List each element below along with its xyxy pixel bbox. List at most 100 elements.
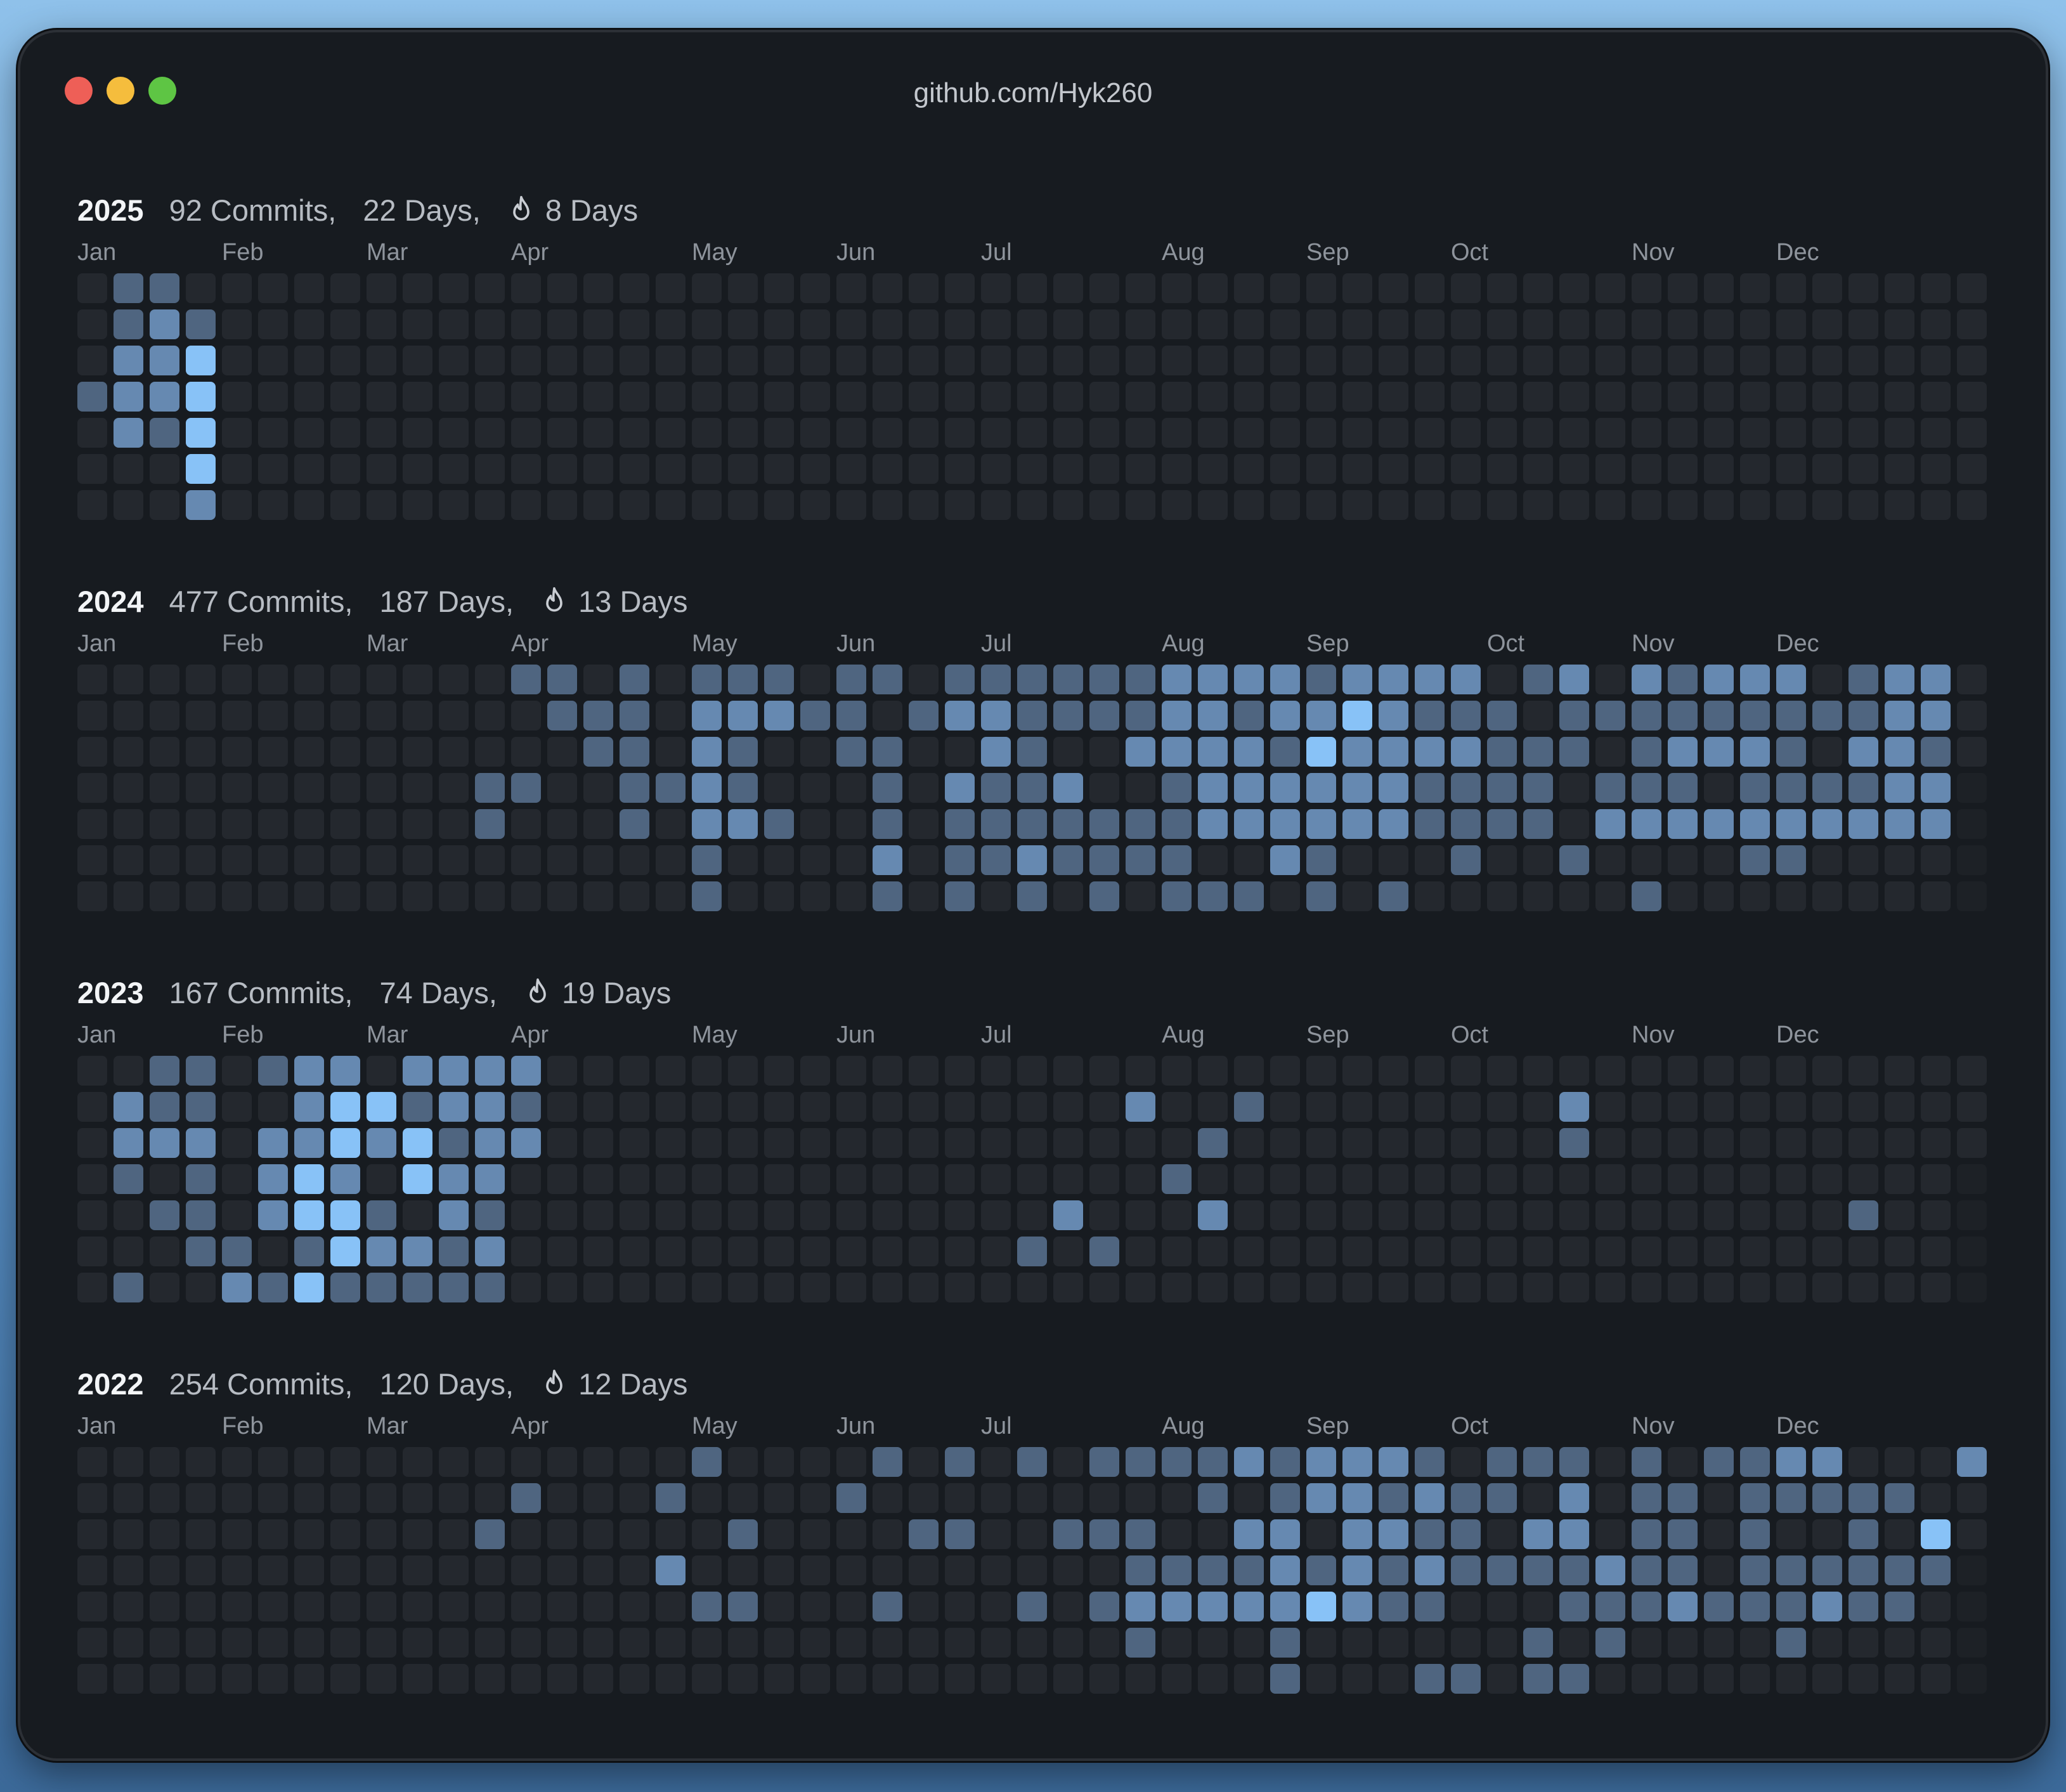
contribution-cell[interactable] <box>728 1092 758 1122</box>
contribution-cell[interactable] <box>1162 1519 1192 1549</box>
contribution-cell[interactable] <box>1234 382 1264 412</box>
contribution-cell[interactable] <box>1740 773 1770 803</box>
contribution-cell[interactable] <box>1487 1519 1517 1549</box>
contribution-cell[interactable] <box>728 1483 758 1513</box>
contribution-cell[interactable] <box>873 1164 902 1194</box>
contribution-cell[interactable] <box>1632 1128 1661 1158</box>
contribution-cell[interactable] <box>475 1164 505 1194</box>
contribution-cell[interactable] <box>1848 418 1878 448</box>
contribution-cell[interactable] <box>1595 1164 1625 1194</box>
contribution-cell[interactable] <box>1017 1092 1047 1122</box>
contribution-cell[interactable] <box>1234 1628 1264 1658</box>
contribution-cell[interactable] <box>873 1555 902 1585</box>
contribution-cell[interactable] <box>909 1092 939 1122</box>
contribution-cell[interactable] <box>728 1628 758 1658</box>
contribution-cell[interactable] <box>1089 809 1119 839</box>
contribution-cell[interactable] <box>1053 382 1083 412</box>
contribution-cell[interactable] <box>583 1128 613 1158</box>
contribution-cell[interactable] <box>1415 309 1445 339</box>
contribution-cell[interactable] <box>620 1128 649 1158</box>
contribution-cell[interactable] <box>1885 1056 1914 1086</box>
contribution-cell[interactable] <box>114 1555 143 1585</box>
contribution-cell[interactable] <box>1270 490 1300 520</box>
contribution-cell[interactable] <box>330 881 360 911</box>
contribution-cell[interactable] <box>1776 1056 1806 1086</box>
contribution-cell[interactable] <box>620 1519 649 1549</box>
contribution-cell[interactable] <box>150 665 179 694</box>
contribution-cell[interactable] <box>1632 1447 1661 1477</box>
contribution-cell[interactable] <box>1740 418 1770 448</box>
contribution-cell[interactable] <box>873 881 902 911</box>
contribution-cell[interactable] <box>728 1273 758 1302</box>
contribution-cell[interactable] <box>1559 881 1589 911</box>
contribution-cell[interactable] <box>1776 773 1806 803</box>
contribution-cell[interactable] <box>1957 1056 1987 1086</box>
contribution-cell[interactable] <box>150 701 179 730</box>
contribution-cell[interactable] <box>1632 701 1661 730</box>
contribution-cell[interactable] <box>475 454 505 484</box>
contribution-cell[interactable] <box>1595 1056 1625 1086</box>
contribution-cell[interactable] <box>692 665 722 694</box>
contribution-cell[interactable] <box>656 701 685 730</box>
contribution-cell[interactable] <box>800 1628 830 1658</box>
contribution-cell[interactable] <box>800 309 830 339</box>
contribution-cell[interactable] <box>1198 1237 1228 1266</box>
contribution-cell[interactable] <box>1017 701 1047 730</box>
contribution-cell[interactable] <box>1740 665 1770 694</box>
contribution-cell[interactable] <box>1306 1273 1336 1302</box>
contribution-cell[interactable] <box>728 1164 758 1194</box>
contribution-cell[interactable] <box>945 1664 975 1694</box>
contribution-cell[interactable] <box>981 1483 1011 1513</box>
contribution-cell[interactable] <box>1704 1200 1734 1230</box>
contribution-cell[interactable] <box>77 1200 107 1230</box>
contribution-cell[interactable] <box>1487 1056 1517 1086</box>
contribution-cell[interactable] <box>1234 1447 1264 1477</box>
contribution-cell[interactable] <box>764 1056 794 1086</box>
contribution-cell[interactable] <box>1053 273 1083 303</box>
contribution-cell[interactable] <box>1921 1128 1951 1158</box>
contribution-cell[interactable] <box>909 309 939 339</box>
contribution-cell[interactable] <box>475 1092 505 1122</box>
contribution-cell[interactable] <box>1812 1664 1842 1694</box>
contribution-cell[interactable] <box>1848 1519 1878 1549</box>
contribution-cell[interactable] <box>1342 1164 1372 1194</box>
contribution-cell[interactable] <box>1053 346 1083 375</box>
contribution-cell[interactable] <box>1595 454 1625 484</box>
contribution-cell[interactable] <box>836 346 866 375</box>
contribution-cell[interactable] <box>1632 1592 1661 1621</box>
contribution-cell[interactable] <box>511 809 541 839</box>
contribution-cell[interactable] <box>367 418 396 448</box>
contribution-cell[interactable] <box>1270 273 1300 303</box>
contribution-cell[interactable] <box>511 490 541 520</box>
contribution-cell[interactable] <box>800 809 830 839</box>
contribution-cell[interactable] <box>1957 809 1987 839</box>
contribution-cell[interactable] <box>1451 881 1481 911</box>
contribution-cell[interactable] <box>1017 1164 1047 1194</box>
contribution-cell[interactable] <box>1921 490 1951 520</box>
contribution-cell[interactable] <box>1885 1555 1914 1585</box>
contribution-cell[interactable] <box>150 1555 179 1585</box>
contribution-cell[interactable] <box>1523 273 1553 303</box>
contribution-cell[interactable] <box>1740 1056 1770 1086</box>
contribution-cell[interactable] <box>764 454 794 484</box>
contribution-cell[interactable] <box>330 273 360 303</box>
contribution-cell[interactable] <box>873 1483 902 1513</box>
contribution-cell[interactable] <box>1595 1273 1625 1302</box>
contribution-cell[interactable] <box>403 418 432 448</box>
contribution-cell[interactable] <box>330 1273 360 1302</box>
contribution-cell[interactable] <box>186 1200 216 1230</box>
contribution-cell[interactable] <box>330 490 360 520</box>
contribution-cell[interactable] <box>1595 1128 1625 1158</box>
contribution-cell[interactable] <box>1776 1200 1806 1230</box>
contribution-cell[interactable] <box>800 1237 830 1266</box>
contribution-cell[interactable] <box>1234 1555 1264 1585</box>
contribution-cell[interactable] <box>439 881 469 911</box>
contribution-cell[interactable] <box>1017 454 1047 484</box>
contribution-cell[interactable] <box>294 1200 324 1230</box>
contribution-cell[interactable] <box>330 1592 360 1621</box>
contribution-cell[interactable] <box>836 1664 866 1694</box>
contribution-cell[interactable] <box>1053 1519 1083 1549</box>
contribution-cell[interactable] <box>800 1200 830 1230</box>
contribution-cell[interactable] <box>1523 454 1553 484</box>
contribution-cell[interactable] <box>186 845 216 875</box>
